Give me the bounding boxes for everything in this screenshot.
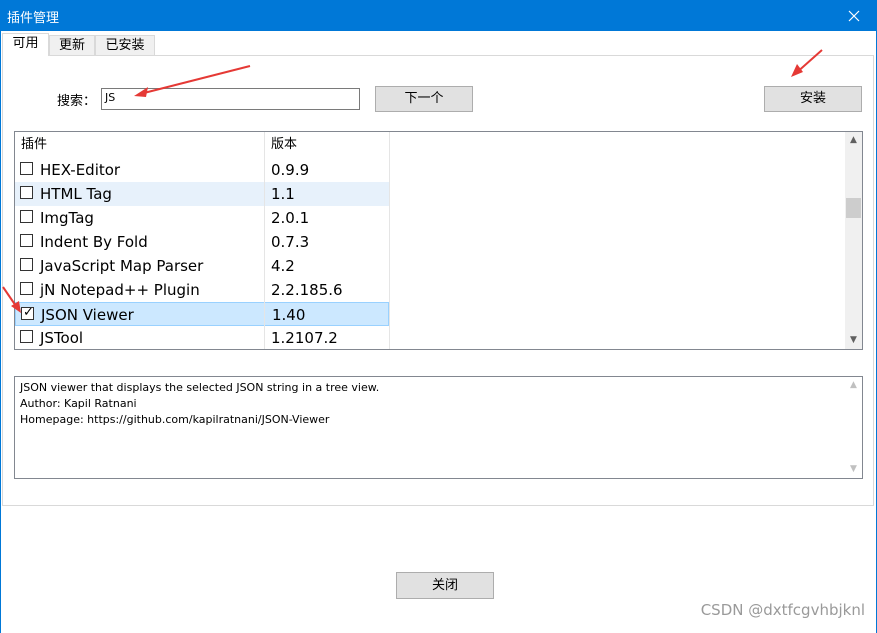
install-button[interactable]: 安装 <box>764 86 862 112</box>
plugin-name: HTML Tag <box>40 185 112 203</box>
column-header-version[interactable]: 版本 <box>265 132 390 156</box>
column-divider <box>389 132 390 349</box>
plugin-name: JSON Viewer <box>41 306 134 324</box>
checkbox[interactable]: ✓ <box>20 162 33 175</box>
plugin-name: ImgTag <box>40 209 94 227</box>
checkbox[interactable]: ✓ <box>20 258 33 271</box>
checkbox[interactable]: ✓ <box>20 186 33 199</box>
description-line: Author: Kapil Ratnani <box>20 397 137 410</box>
plugin-name: HEX-Editor <box>40 161 121 179</box>
chevron-up-icon[interactable]: ▲ <box>845 132 862 149</box>
plugin-version: 1.1 <box>271 185 295 203</box>
plugin-name: JavaScript Map Parser <box>40 257 204 275</box>
close-button[interactable]: 关闭 <box>396 572 494 599</box>
list-item[interactable]: ✓ ImgTag 2.0.1 <box>15 206 389 230</box>
chevron-up-icon[interactable]: ▲ <box>845 377 862 394</box>
plugin-version: 1.2107.2 <box>271 329 338 347</box>
plugin-version: 4.2 <box>271 257 295 275</box>
list-item[interactable]: ✓ HEX-Editor 0.9.9 <box>15 158 389 182</box>
chevron-down-icon[interactable]: ▼ <box>845 332 862 349</box>
list-header: 插件 版本 <box>15 132 391 156</box>
title-bar: 插件管理 <box>0 0 877 31</box>
description-line: Homepage: https://github.com/kapilratnan… <box>20 413 330 426</box>
description-scrollbar[interactable]: ▲ ▼ <box>845 377 862 478</box>
list-item[interactable]: ✓ HTML Tag 1.1 <box>15 182 389 206</box>
checkmark-icon: ✓ <box>23 305 34 320</box>
list-item-selected[interactable]: ✓ JSON Viewer 1.40 <box>15 302 389 326</box>
search-input[interactable]: JS <box>101 88 360 110</box>
window-title: 插件管理 <box>7 11 60 26</box>
checkbox[interactable]: ✓ <box>20 330 33 343</box>
plugin-name: Indent By Fold <box>40 233 148 251</box>
column-divider <box>264 132 265 349</box>
tab-label: 已安装 <box>105 38 145 53</box>
scrollbar-thumb[interactable] <box>846 198 861 218</box>
checkbox[interactable]: ✓ <box>20 210 33 223</box>
plugin-name: jN Notepad++ Plugin <box>40 281 200 299</box>
watermark: CSDN @dxtfcgvhbjknl <box>700 601 865 619</box>
tab-updates[interactable]: 更新 <box>49 35 95 55</box>
tab-label: 可用 <box>12 36 39 51</box>
list-scrollbar[interactable]: ▲ ▼ <box>845 132 862 349</box>
tab-label: 更新 <box>58 38 85 53</box>
list-item[interactable]: ✓ jN Notepad++ Plugin 2.2.185.6 <box>15 278 389 302</box>
next-button[interactable]: 下一个 <box>375 86 473 112</box>
plugin-version: 0.7.3 <box>271 233 310 251</box>
plugin-version: 1.40 <box>272 306 306 324</box>
plugin-version: 2.0.1 <box>271 209 310 227</box>
list-item[interactable]: ✓ Indent By Fold 0.7.3 <box>15 230 389 254</box>
list-item[interactable]: ✓ JavaScript Map Parser 4.2 <box>15 254 389 278</box>
list-item[interactable]: ✓ JSTool 1.2107.2 <box>15 326 389 349</box>
search-label: 搜索： <box>57 94 97 109</box>
column-header-plugin[interactable]: 插件 <box>15 132 265 156</box>
checkbox[interactable]: ✓ <box>20 234 33 247</box>
plugin-version: 0.9.9 <box>271 161 310 179</box>
checkbox[interactable]: ✓ <box>20 282 33 295</box>
chevron-down-icon[interactable]: ▼ <box>845 461 862 478</box>
close-icon <box>848 10 860 21</box>
plugin-name: JSTool <box>40 329 84 347</box>
tab-installed[interactable]: 已安装 <box>95 35 155 55</box>
description-box[interactable]: JSON viewer that displays the selected J… <box>14 376 863 479</box>
tab-available[interactable]: 可用 <box>2 33 49 56</box>
plugin-version: 2.2.185.6 <box>271 281 343 299</box>
description-line: JSON viewer that displays the selected J… <box>20 381 380 394</box>
checkbox[interactable]: ✓ <box>21 305 34 320</box>
close-window-button[interactable] <box>831 0 877 31</box>
plugin-list[interactable]: 插件 版本 ✓ HEX-Editor 0.9.9 ✓ HTML Tag 1.1 … <box>14 131 863 350</box>
